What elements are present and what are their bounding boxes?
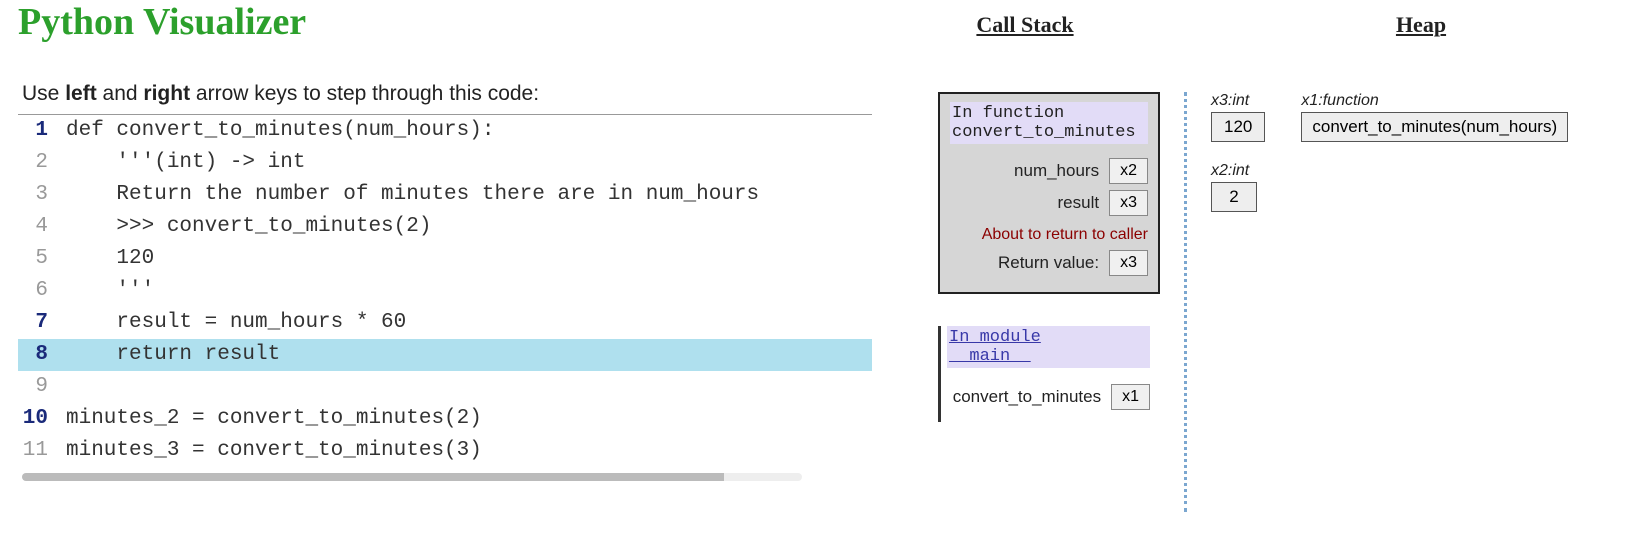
line-number: 1 <box>18 115 66 147</box>
heap-object-label: x2:int <box>1211 162 1257 180</box>
line-number: 5 <box>18 243 66 275</box>
variable-ref[interactable]: x2 <box>1109 158 1148 184</box>
code-text: return result <box>66 339 872 371</box>
code-line[interactable]: 1def convert_to_minutes(num_hours): <box>18 115 872 147</box>
code-line[interactable]: 4 >>> convert_to_minutes(2) <box>18 211 872 243</box>
return-value-row: Return value: x3 <box>950 250 1148 276</box>
line-number: 11 <box>18 435 66 467</box>
code-text: minutes_2 = convert_to_minutes(2) <box>66 403 872 435</box>
call-stack-heading: Call Stack <box>890 12 1160 38</box>
heap-heading: Heap <box>1211 12 1631 38</box>
call-stack-panel: Call Stack In function convert_to_minute… <box>890 0 1160 512</box>
code-text: '''(int) -> int <box>66 147 872 179</box>
line-number: 4 <box>18 211 66 243</box>
code-line[interactable]: 8 return result <box>18 339 872 371</box>
line-number: 8 <box>18 339 66 371</box>
heap-object-value: 2 <box>1211 182 1257 212</box>
heap-object: x3:int 120 <box>1211 92 1265 142</box>
line-number: 9 <box>18 371 66 403</box>
return-ref[interactable]: x3 <box>1109 250 1148 276</box>
variable-ref[interactable]: x3 <box>1109 190 1148 216</box>
code-line[interactable]: 9 <box>18 371 872 403</box>
variable-name: result <box>1058 193 1100 213</box>
variable-name: convert_to_minutes <box>953 387 1101 407</box>
line-number: 3 <box>18 179 66 211</box>
code-listing[interactable]: 1def convert_to_minutes(num_hours):2 '''… <box>18 114 872 467</box>
stack-frame-module: In module __main__ convert_to_minutes x1 <box>938 326 1160 422</box>
variable-ref[interactable]: x1 <box>1111 384 1150 410</box>
heap-object: x2:int 2 <box>1211 162 1257 212</box>
page-title: Python Visualizer <box>18 0 890 44</box>
line-number: 6 <box>18 275 66 307</box>
frame-variable-row: num_hours x2 <box>950 158 1148 184</box>
horizontal-scrollbar[interactable] <box>22 473 802 481</box>
code-line[interactable]: 10minutes_2 = convert_to_minutes(2) <box>18 403 872 435</box>
return-label: Return value: <box>998 253 1099 273</box>
variable-name: num_hours <box>1014 161 1099 181</box>
code-line[interactable]: 6 ''' <box>18 275 872 307</box>
code-line[interactable]: 3 Return the number of minutes there are… <box>18 179 872 211</box>
return-notice: About to return to caller <box>950 226 1148 244</box>
frame-variable-row: result x3 <box>950 190 1148 216</box>
heap-object-value: 120 <box>1211 112 1265 142</box>
frame-header[interactable]: In module __main__ <box>947 326 1150 368</box>
code-line[interactable]: 2 '''(int) -> int <box>18 147 872 179</box>
heap-object-label: x3:int <box>1211 92 1265 110</box>
heap-object-label: x1:function <box>1301 92 1568 110</box>
instructions-text: Use left and right arrow keys to step th… <box>18 82 890 106</box>
code-text: 120 <box>66 243 872 275</box>
line-number: 7 <box>18 307 66 339</box>
code-line[interactable]: 5 120 <box>18 243 872 275</box>
code-line[interactable]: 11minutes_3 = convert_to_minutes(3) <box>18 435 872 467</box>
code-text: Return the number of minutes there are i… <box>66 179 872 211</box>
heap-object: x1:function convert_to_minutes(num_hours… <box>1301 92 1568 142</box>
code-text: def convert_to_minutes(num_hours): <box>66 115 872 147</box>
line-number: 10 <box>18 403 66 435</box>
code-text: result = num_hours * 60 <box>66 307 872 339</box>
code-text: minutes_3 = convert_to_minutes(3) <box>66 435 872 467</box>
heap-object-value: convert_to_minutes(num_hours) <box>1301 112 1568 142</box>
code-panel: Python Visualizer Use left and right arr… <box>0 0 890 512</box>
frame-header: In function convert_to_minutes <box>950 102 1148 144</box>
frame-variable-row: convert_to_minutes x1 <box>947 384 1150 410</box>
code-line[interactable]: 7 result = num_hours * 60 <box>18 307 872 339</box>
stack-frame-current: In function convert_to_minutes num_hours… <box>938 92 1160 294</box>
code-text: >>> convert_to_minutes(2) <box>66 211 872 243</box>
heap-panel: Heap x3:int 120 x1:function convert_to_m… <box>1211 0 1631 512</box>
panel-divider <box>1184 92 1187 512</box>
code-text: ''' <box>66 275 872 307</box>
line-number: 2 <box>18 147 66 179</box>
